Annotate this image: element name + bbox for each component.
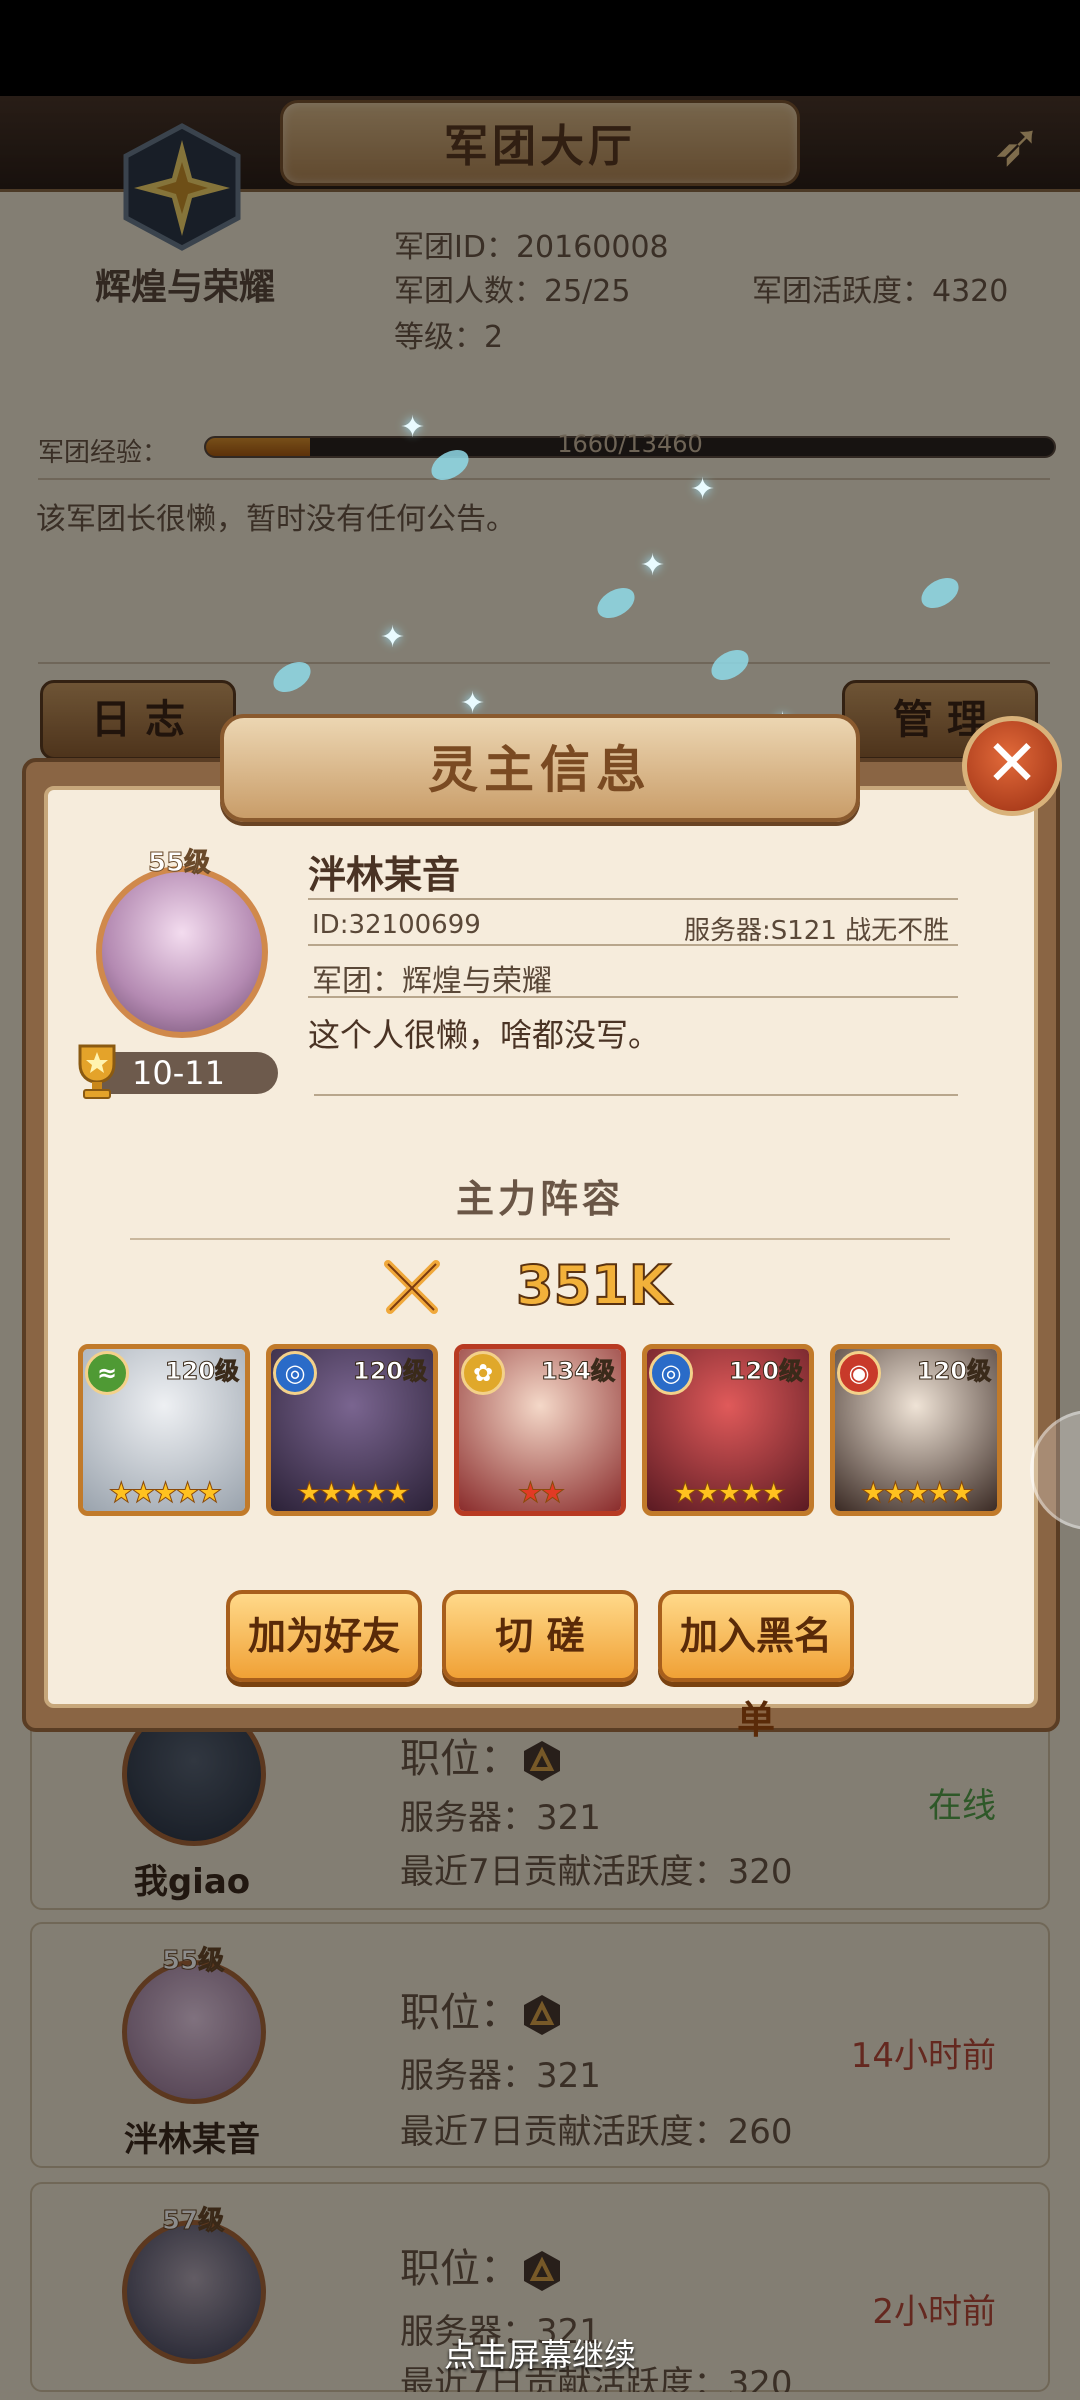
hero-stars: ★★★★★ — [296, 1476, 411, 1510]
combat-power: 351K — [515, 1253, 672, 1318]
close-icon[interactable]: ✕ — [962, 716, 1062, 816]
sparkle-effect: ✦ — [690, 472, 716, 507]
status-bar — [0, 0, 1080, 96]
hero-card[interactable]: ≈120级 ★★★★★ — [78, 1344, 250, 1516]
hero-stars: ★★★★★ — [860, 1476, 975, 1510]
wind-element-icon: ≈ — [85, 1351, 129, 1395]
hero-level: 120级 — [728, 1357, 803, 1386]
player-id: ID:32100699 — [312, 910, 481, 940]
hero-card[interactable]: ◎ 120级 ★★★★★ — [642, 1344, 814, 1516]
sparkle-effect: ✦ — [380, 620, 406, 655]
hero-stars: ★★★★★ — [672, 1476, 787, 1510]
hero-level: 120级 — [916, 1357, 991, 1386]
trophy-icon — [78, 1044, 116, 1099]
divider — [308, 996, 958, 998]
hero-card[interactable]: ✿ 134级 ★★ — [454, 1344, 626, 1516]
hero-level: 120级 — [164, 1357, 239, 1386]
hero-card[interactable]: ◉ 120级 ★★★★★ — [830, 1344, 1002, 1516]
add-friend-button[interactable]: 加为好友 — [226, 1590, 422, 1682]
player-avatar[interactable] — [96, 866, 268, 1038]
divider — [308, 944, 958, 946]
hero-level: 134级 — [540, 1357, 615, 1386]
hero-stars: ★★ — [517, 1476, 565, 1510]
hero-stars: ★★★★★ — [108, 1476, 223, 1510]
player-name: 泮林某音 — [308, 853, 461, 897]
divider — [308, 898, 958, 900]
player-guild: 军团：辉煌与荣耀 — [312, 964, 552, 999]
hero-level: 120级 — [352, 1357, 427, 1386]
hero-card[interactable]: ◎ 120级 ★★★★★ — [266, 1344, 438, 1516]
sparkle-effect: ✦ — [400, 410, 426, 445]
light-element-icon: ✿ — [461, 1351, 505, 1395]
fire-element-icon: ◉ — [837, 1351, 881, 1395]
divider — [314, 1094, 958, 1096]
player-server: 服务器:S121 战无不胜 — [684, 916, 950, 946]
water-element-icon: ◎ — [273, 1351, 317, 1395]
divider — [130, 1238, 950, 1240]
player-signature: 这个人很懒，啥都没写。 — [308, 1016, 661, 1054]
water-element-icon: ◎ — [649, 1351, 693, 1395]
dialog-title: 灵主信息 — [428, 741, 652, 799]
tap-to-continue-hint: 点击屏幕继续 — [443, 2336, 636, 2374]
spar-button[interactable]: 切 磋 — [442, 1590, 638, 1682]
player-level: 55级 — [147, 848, 211, 879]
blacklist-button[interactable]: 加入黑名单 — [658, 1590, 854, 1742]
lineup-title: 主力阵容 — [455, 1177, 624, 1221]
sparkle-effect: ✦ — [640, 548, 666, 583]
crossed-swords-icon — [384, 1260, 440, 1314]
